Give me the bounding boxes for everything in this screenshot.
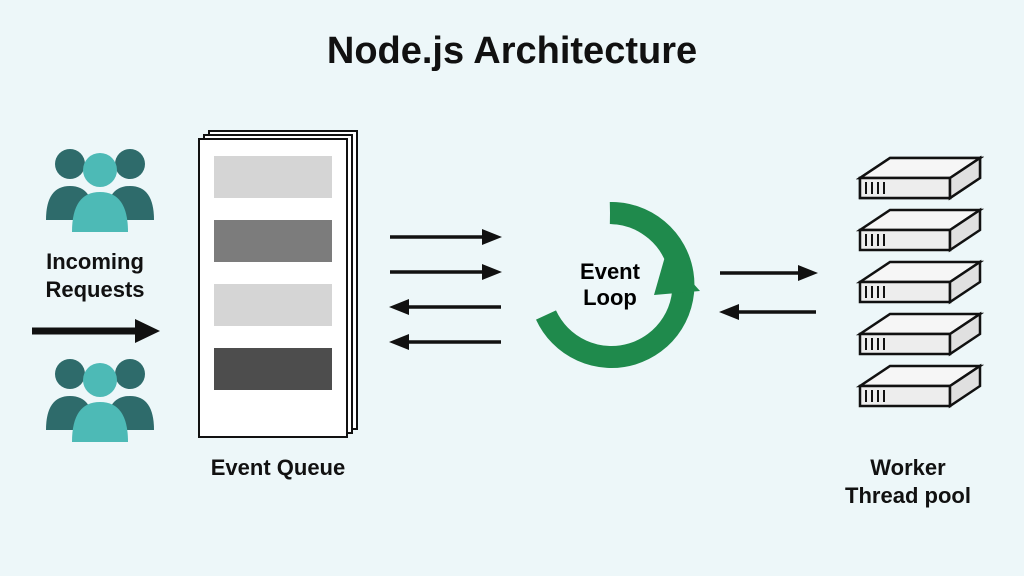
users-icon xyxy=(40,350,160,447)
arrow-right-icon xyxy=(388,226,503,248)
queue-item xyxy=(214,348,332,390)
incoming-requests-label: IncomingRequests xyxy=(30,248,160,303)
users-icon xyxy=(40,140,160,237)
queue-item xyxy=(214,284,332,326)
worker-thread-pool-label: WorkerThread pool xyxy=(818,454,998,509)
event-loop: EventLoop xyxy=(520,195,700,375)
arrow-left-icon xyxy=(388,331,503,353)
arrow-right-icon xyxy=(718,262,818,284)
queue-item xyxy=(214,156,332,198)
event-queue-label: Event Queue xyxy=(198,454,358,482)
worker-thread-pool xyxy=(830,140,985,445)
event-queue xyxy=(198,130,366,438)
arrow-left-icon xyxy=(388,296,503,318)
arrows-queue-loop xyxy=(388,222,503,362)
arrow-right-icon xyxy=(388,261,503,283)
arrows-loop-pool xyxy=(718,258,818,332)
arrow-right-icon xyxy=(30,316,160,351)
event-loop-label: EventLoop xyxy=(520,195,700,375)
page-title: Node.js Architecture xyxy=(0,30,1024,73)
queue-item xyxy=(214,220,332,262)
arrow-left-icon xyxy=(718,301,818,323)
